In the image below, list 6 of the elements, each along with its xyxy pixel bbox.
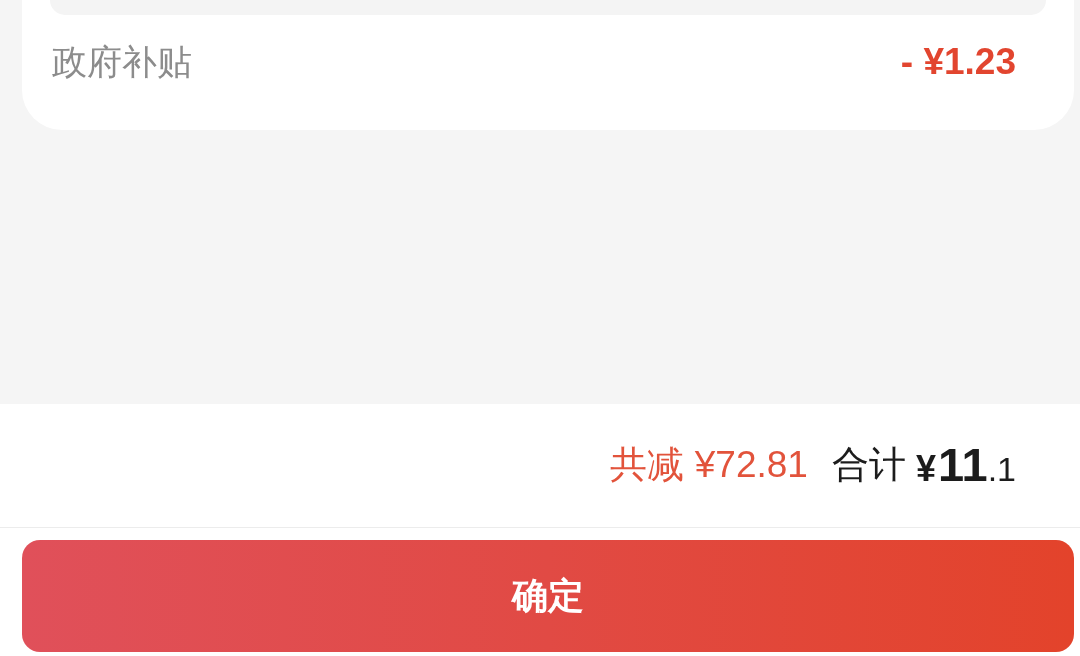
subsidy-label: 政府补贴 [52,41,192,83]
total-amount: ¥11.1 [915,437,1016,494]
subsidy-amount: - ¥1.23 [900,39,1016,84]
confirm-button[interactable]: 确定 [22,540,1074,652]
discount-total: 共减 ¥72.81 [610,443,808,488]
total-label: 合计 [831,443,906,488]
